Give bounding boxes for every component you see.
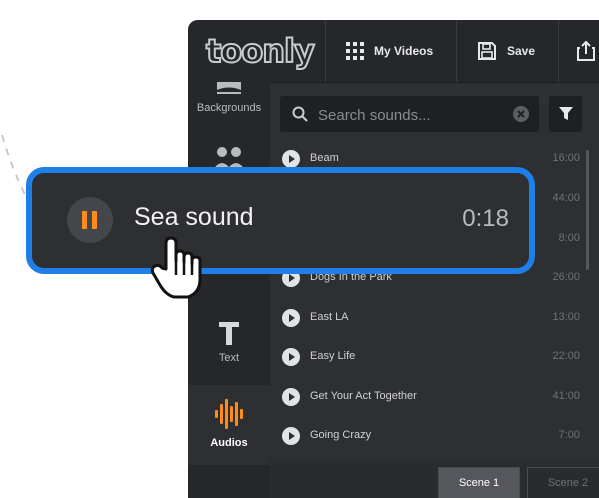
my-videos-label: My Videos [374, 44, 434, 58]
sidebar-item-backgrounds[interactable]: Backgrounds [188, 82, 270, 130]
sound-duration: 8:00 [558, 232, 580, 244]
play-icon[interactable] [282, 427, 300, 445]
sound-duration: 7:00 [558, 429, 580, 441]
tab-scene-2[interactable]: Scene 2 [527, 467, 599, 498]
sound-list-scrollbar[interactable] [586, 150, 589, 270]
sidebar-item-text[interactable]: Text [188, 310, 270, 380]
scene-tab-label: Scene 2 [547, 477, 589, 489]
export-button[interactable] [576, 20, 599, 82]
sound-duration: 44:00 [552, 192, 580, 204]
divider [456, 20, 457, 82]
sidebar-item-label: Audios [210, 437, 248, 449]
sidebar-item-label: Backgrounds [196, 102, 262, 114]
sound-duration: 41:00 [552, 390, 580, 402]
grid-icon [346, 42, 364, 60]
play-icon[interactable] [282, 309, 300, 327]
scene-tab-label: Scene 1 [458, 477, 500, 489]
search-input[interactable] [316, 96, 510, 134]
tab-scene-1[interactable]: Scene 1 [438, 467, 520, 498]
top-bar: toonly My Videos Save [188, 20, 599, 83]
pause-icon [82, 211, 87, 229]
play-icon[interactable] [282, 348, 300, 366]
sidebar-item-audios[interactable]: Audios [188, 385, 270, 465]
sound-search-box [280, 96, 539, 134]
pause-icon [92, 211, 97, 229]
sound-name: Going Crazy [310, 429, 372, 441]
save-button[interactable]: Save [477, 20, 535, 82]
sound-name: East LA [310, 311, 349, 323]
backgrounds-icon [217, 82, 241, 94]
sound-duration: 13:00 [552, 311, 580, 323]
floppy-disk-icon [478, 42, 496, 60]
sound-item[interactable]: Going Crazy 7:00 [280, 423, 586, 449]
toonly-logo: toonly [205, 31, 316, 71]
hand-cursor-icon [150, 236, 202, 299]
filter-button[interactable] [549, 96, 582, 132]
sound-name: Easy Life [310, 350, 356, 362]
sound-item[interactable]: East LA 13:00 [280, 305, 586, 331]
playing-sound-card[interactable]: Sea sound 0:18 [26, 167, 535, 274]
play-icon[interactable] [282, 388, 300, 406]
pause-button[interactable] [67, 197, 113, 243]
sidebar-item-label: Text [218, 352, 240, 364]
playing-sound-duration: 0:18 [462, 205, 509, 232]
text-icon [219, 322, 239, 345]
sound-duration: 22:00 [552, 350, 580, 362]
save-label: Save [507, 44, 536, 58]
sound-item[interactable]: Easy Life 22:00 [280, 344, 586, 370]
divider [558, 20, 559, 82]
playing-sound-title: Sea sound [134, 203, 254, 231]
sound-item[interactable]: Get Your Act Together 41:00 [280, 384, 586, 410]
export-icon [577, 40, 595, 61]
filter-icon [559, 107, 573, 120]
search-icon [292, 106, 308, 122]
my-videos-button[interactable]: My Videos [346, 20, 433, 82]
divider [325, 20, 326, 82]
sound-name: Get Your Act Together [310, 390, 417, 402]
sound-duration: 16:00 [552, 152, 580, 164]
clear-search-icon[interactable] [513, 106, 529, 122]
play-icon[interactable] [282, 150, 300, 168]
sound-duration: 26:00 [552, 271, 580, 283]
sound-name: Beam [310, 152, 339, 164]
audio-wave-icon [215, 399, 243, 429]
